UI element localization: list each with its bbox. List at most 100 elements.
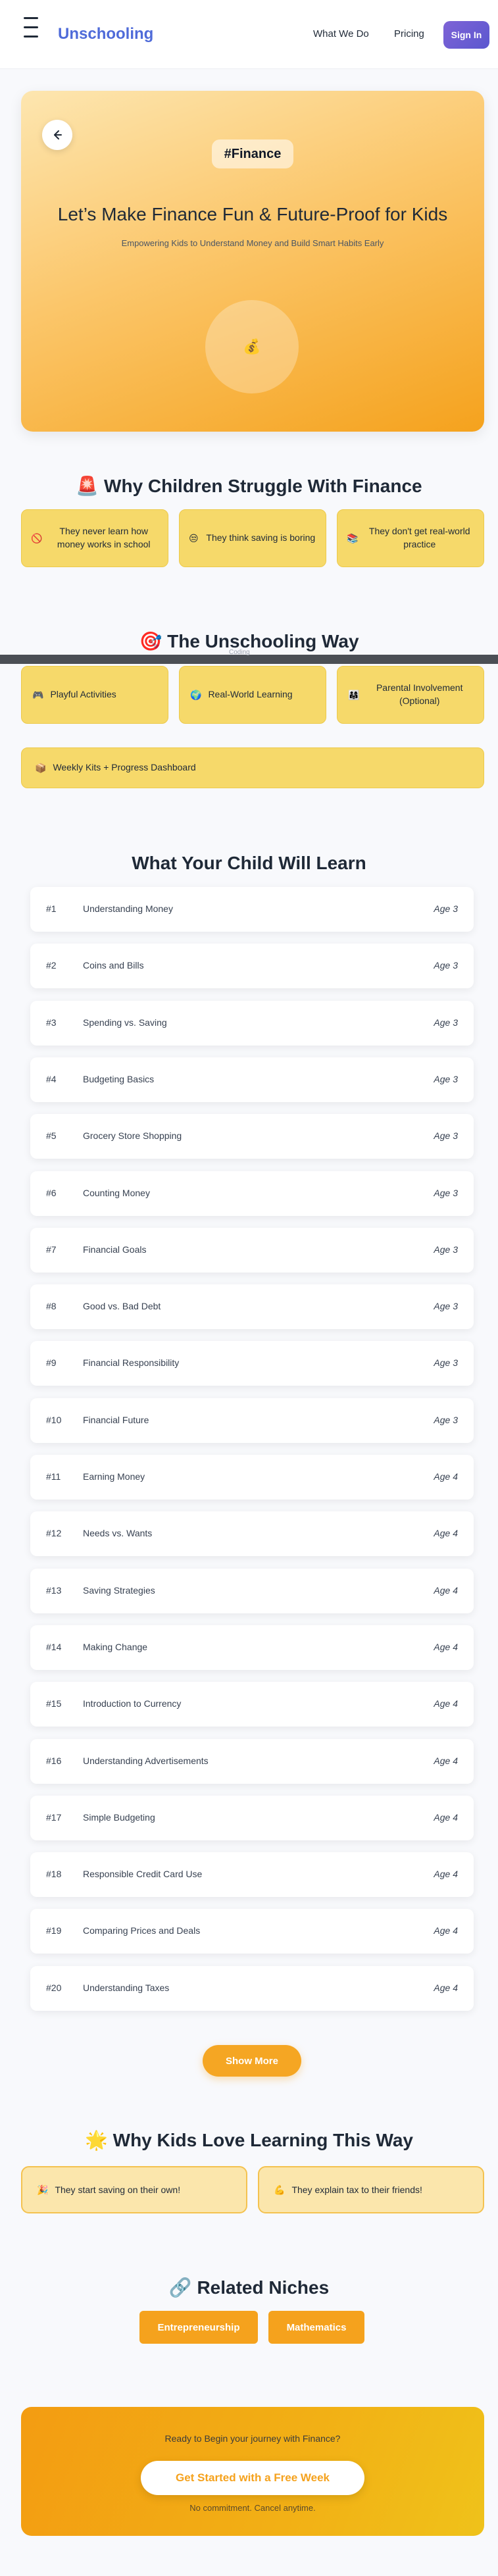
lesson-number: #20: [46, 1983, 62, 1993]
lesson-name: Financial Future: [83, 1415, 149, 1425]
overlay-divider: [0, 655, 498, 664]
lesson-row[interactable]: #6 Counting Money Age 3: [30, 1171, 474, 1216]
lesson-number: #1: [46, 903, 57, 914]
lesson-row[interactable]: #5 Grocery Store Shopping Age 3: [30, 1114, 474, 1159]
lesson-number: #15: [46, 1698, 62, 1709]
site-header: Unschooling What We Do Pricing Sign In: [0, 0, 498, 69]
lesson-row[interactable]: #10 Financial Future Age 3: [30, 1398, 474, 1443]
lesson-number: #13: [46, 1585, 62, 1596]
lesson-row[interactable]: #15 Introduction to Currency Age 4: [30, 1682, 474, 1727]
no-entry-icon: 🚫: [31, 532, 43, 543]
lesson-row[interactable]: #13 Saving Strategies Age 4: [30, 1569, 474, 1613]
lesson-name: Understanding Money: [83, 903, 173, 914]
lesson-number: #10: [46, 1415, 62, 1425]
way-card: 🎮 Playful Activities: [21, 666, 168, 724]
hero-title: Let’s Make Finance Fun & Future-Proof fo…: [57, 204, 448, 224]
lesson-age: Age 3: [434, 1301, 458, 1311]
lesson-age: Age 4: [434, 1983, 458, 1993]
related-title: 🔗 Related Niches: [168, 2277, 330, 2298]
way-card-text: Weekly Kits + Progress Dashboard: [53, 762, 196, 773]
lesson-row[interactable]: #8 Good vs. Bad Debt Age 3: [30, 1284, 474, 1329]
get-started-button[interactable]: Get Started with a Free Week: [141, 2461, 364, 2495]
lesson-row[interactable]: #20 Understanding Taxes Age 4: [30, 1966, 474, 2011]
lesson-age: Age 4: [434, 1869, 458, 1879]
lesson-row[interactable]: #4 Budgeting Basics Age 3: [30, 1057, 474, 1102]
menu-icon[interactable]: [24, 17, 38, 45]
lesson-number: #19: [46, 1925, 62, 1936]
struggle-card: 📚 They don't get real-world practice: [337, 509, 484, 567]
arrow-left-icon: [54, 130, 62, 139]
lesson-age: Age 3: [434, 1244, 458, 1255]
lesson-name: Budgeting Basics: [83, 1074, 155, 1084]
package-icon: 📦: [35, 762, 47, 773]
lesson-row[interactable]: #9 Financial Responsibility Age 3: [30, 1341, 474, 1386]
lesson-name: Good vs. Bad Debt: [83, 1301, 161, 1311]
love-card: 🎉 They start saving on their own!: [21, 2166, 247, 2213]
lesson-age: Age 3: [434, 1357, 458, 1368]
flexed-biceps-icon: 💪: [274, 2184, 286, 2195]
lesson-name: Simple Budgeting: [83, 1812, 155, 1823]
way-card-text: Parental Involvement (Optional): [376, 682, 463, 706]
struggle-card: 🚫 They never learn how money works in sc…: [21, 509, 168, 567]
lesson-age: Age 4: [434, 1471, 458, 1482]
struggle-card-text: They never learn how money works in scho…: [57, 526, 151, 549]
lesson-number: #7: [46, 1244, 57, 1255]
brand-logo[interactable]: Unschooling: [58, 25, 153, 43]
lesson-number: #5: [46, 1130, 57, 1141]
lesson-number: #8: [46, 1301, 57, 1311]
lesson-row[interactable]: #7 Financial Goals Age 3: [30, 1228, 474, 1273]
party-popper-icon: 🎉: [37, 2184, 49, 2195]
love-card-text: They start saving on their own!: [55, 2185, 181, 2195]
lesson-number: #17: [46, 1812, 62, 1823]
learn-title: What Your Child Will Learn: [132, 853, 366, 873]
lesson-row[interactable]: #12 Needs vs. Wants Age 4: [30, 1511, 474, 1556]
lesson-row[interactable]: #14 Making Change Age 4: [30, 1625, 474, 1670]
lesson-number: #4: [46, 1074, 57, 1084]
lesson-number: #18: [46, 1869, 62, 1879]
lesson-name: Financial Responsibility: [83, 1357, 180, 1368]
lesson-age: Age 3: [434, 960, 458, 971]
lesson-row[interactable]: #18 Responsible Credit Card Use Age 4: [30, 1852, 474, 1897]
lesson-number: #3: [46, 1017, 57, 1028]
lesson-age: Age 4: [434, 1755, 458, 1766]
lesson-row[interactable]: #2 Coins and Bills Age 3: [30, 944, 474, 988]
niche-entrepreneurship[interactable]: Entrepreneurship: [139, 2311, 258, 2344]
hero-tag: #Finance: [212, 139, 293, 168]
niche-mathematics[interactable]: Mathematics: [268, 2311, 364, 2344]
back-button[interactable]: [42, 120, 72, 150]
lesson-age: Age 3: [434, 1017, 458, 1028]
show-more-button[interactable]: Show More: [203, 2045, 301, 2077]
hero-banner: #Finance Let’s Make Finance Fun & Future…: [21, 91, 484, 432]
lesson-age: Age 4: [434, 1925, 458, 1936]
love-card: 💪 They explain tax to their friends!: [258, 2166, 484, 2213]
lesson-number: #14: [46, 1642, 62, 1652]
lesson-row[interactable]: #17 Simple Budgeting Age 4: [30, 1796, 474, 1840]
lesson-name: Earning Money: [83, 1471, 145, 1482]
way-card: 👨‍👩‍👧 Parental Involvement (Optional): [337, 666, 484, 724]
lesson-age: Age 4: [434, 1642, 458, 1652]
lesson-age: Age 3: [434, 1188, 458, 1198]
sign-in-button[interactable]: Sign In: [443, 21, 489, 49]
lesson-age: Age 4: [434, 1698, 458, 1709]
lesson-age: Age 3: [434, 1130, 458, 1141]
love-title: 🌟 Why Kids Love Learning This Way: [85, 2130, 413, 2150]
lesson-row[interactable]: #11 Earning Money Age 4: [30, 1455, 474, 1500]
nav-what-we-do[interactable]: What We Do: [313, 28, 369, 39]
lesson-row[interactable]: #1 Understanding Money Age 3: [30, 887, 474, 932]
lesson-row[interactable]: #3 Spending vs. Saving Age 3: [30, 1001, 474, 1046]
lesson-name: Counting Money: [83, 1188, 150, 1198]
cta-question: Ready to Begin your journey with Finance…: [164, 2433, 341, 2444]
lesson-row[interactable]: #19 Comparing Prices and Deals Age 4: [30, 1909, 474, 1954]
lesson-age: Age 3: [434, 1074, 458, 1084]
struggle-card: 😒 They think saving is boring: [179, 509, 326, 567]
nav-pricing[interactable]: Pricing: [394, 28, 424, 39]
cta-banner: Ready to Begin your journey with Finance…: [21, 2407, 484, 2536]
lesson-row[interactable]: #16 Understanding Advertisements Age 4: [30, 1739, 474, 1784]
unamused-face-icon: 😒: [189, 532, 199, 543]
lesson-name: Coins and Bills: [83, 960, 144, 971]
lesson-name: Grocery Store Shopping: [83, 1130, 182, 1141]
lesson-name: Needs vs. Wants: [83, 1528, 153, 1538]
lesson-age: Age 4: [434, 1585, 458, 1596]
lesson-name: Comparing Prices and Deals: [83, 1925, 201, 1936]
lesson-name: Making Change: [83, 1642, 148, 1652]
